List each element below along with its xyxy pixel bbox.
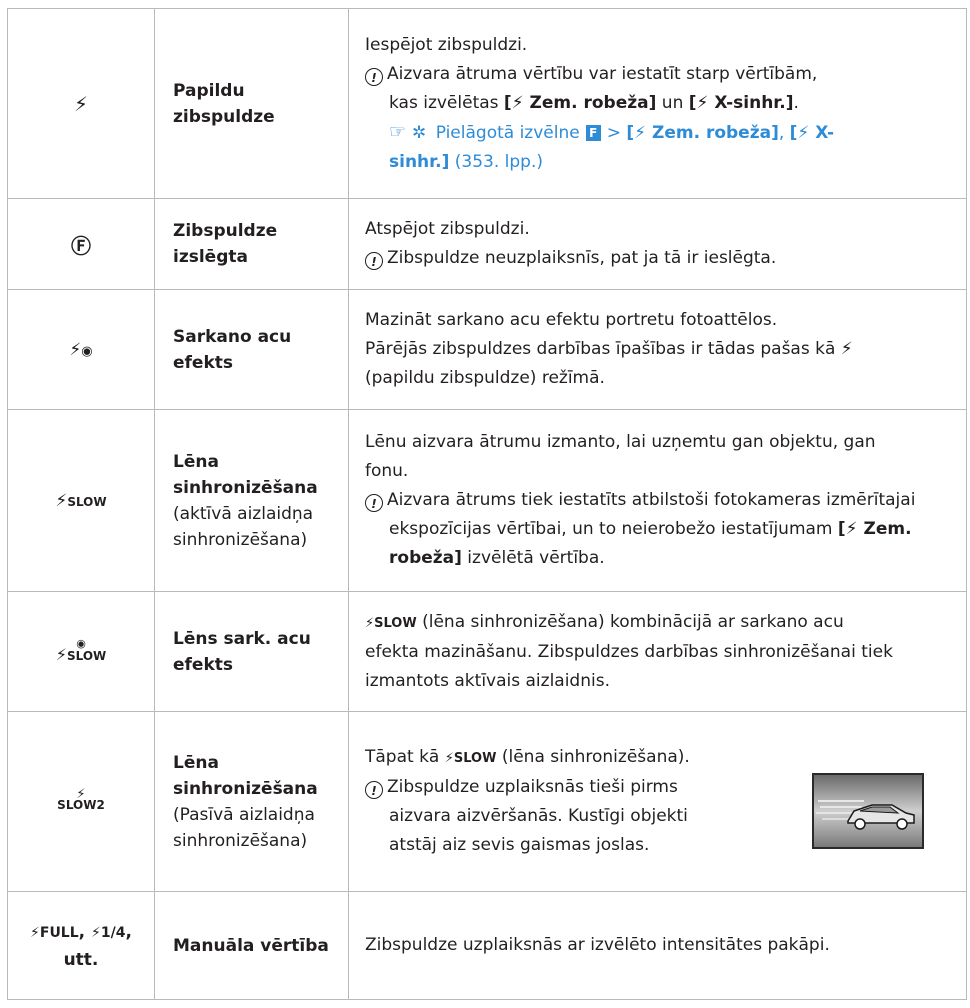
mode-subname: (Pasīvā aizlaidņa (173, 804, 315, 825)
mode-name-cont: izslēgta (173, 247, 248, 267)
mode-subname: sinhronizēšana) (173, 529, 308, 550)
mode-name-cell: Lēns sark. acu efekts (154, 591, 349, 712)
table-row: ◉ ⚡SLOW Lēns sark. acu efekts ⚡SLOW (lēna… (7, 591, 967, 712)
gear-icon: ✲ (412, 122, 427, 143)
table-row: ⚡ Papildu zibspuldze Iespējot zibspuldzi… (7, 8, 967, 199)
flash-symbol-cell: ⚡ (7, 8, 155, 199)
mode-subname: (aktīvā aizlaidņa (173, 503, 314, 524)
mode-description-cell: Zibspuldze uzplaiksnās ar izvēlēto inten… (348, 891, 967, 1000)
flash-symbol-cell: ◉ ⚡SLOW (7, 591, 155, 712)
mode-description-cell: Lēnu aizvara ātrumu izmanto, lai uzņemtu… (348, 409, 967, 592)
flash-off-icon: Ⓕ (71, 233, 91, 258)
description-text: Atspējot zibspuldzi. (365, 219, 530, 239)
mode-description-cell: Iespējot zibspuldzi. ! Aizvara ātruma vēr… (348, 8, 967, 199)
note-icon: ! (365, 252, 383, 270)
flash-symbol-cell: ⚡SLOW (7, 409, 155, 592)
mode-name-cell: Zibspuldze izslēgta (154, 198, 349, 290)
mode-subname: sinhronizēšana) (173, 830, 308, 851)
flash-symbol-cell: ⚡ SLOW2 (7, 711, 155, 892)
flash-symbol-cell: Ⓕ (7, 198, 155, 290)
table-row: ⚡◉ Sarkano acu efekts Mazināt sarkano ac… (7, 289, 967, 410)
mode-name: Zibspuldze (173, 221, 278, 241)
description-wrapper: Tāpat kā ⚡SLOW (lēna sinhronizēšana). ! Z… (365, 743, 950, 860)
note-icon: ! (365, 494, 383, 512)
mode-description-cell: ⚡SLOW (lēna sinhronizēšana) kombinācijā … (348, 591, 967, 712)
description-text: Pārējās zibspuldzes darbības īpašības ir… (365, 339, 853, 359)
manual-flash-etc: utt. (63, 949, 99, 970)
slow-sync-inline-icon: ⚡SLOW (365, 615, 417, 631)
description-text: Mazināt sarkano acu efektu portretu foto… (365, 310, 778, 330)
flash-symbol-cell: ⚡FULL, ⚡1/4, utt. (7, 891, 155, 1000)
slow-sync-inline-icon: ⚡SLOW (444, 751, 497, 766)
mode-name: Sarkano acu (173, 326, 292, 347)
mode-description-cell: Mazināt sarkano acu efektu portretu foto… (348, 289, 967, 410)
mode-name: Lēns sark. acu (173, 628, 311, 649)
mode-name-cell: Lēna sinhronizēšana (aktīvā aizlaidņa si… (154, 409, 349, 592)
mode-description-cell: Atspējot zibspuldzi. ! Zibspuldze neuzpla… (348, 198, 967, 290)
mode-name: Papildu (173, 80, 245, 101)
description-text: Zibspuldze uzplaiksnās ar izvēlēto inten… (365, 935, 830, 955)
table-row: Ⓕ Zibspuldze izslēgta Atspējot zibspuldz… (7, 198, 967, 290)
description-text: efekta mazināšanu. Zibspuldzes darbības … (365, 641, 893, 662)
flash-modes-table: ⚡ Papildu zibspuldze Iespējot zibspuldzi… (7, 8, 967, 1000)
table-row: ⚡SLOW Lēna sinhronizēšana (aktīvā aizlai… (7, 409, 967, 592)
note-cont: robeža] izvēlētā vērtība. (389, 548, 605, 568)
manual-page: ⚡ Papildu zibspuldze Iespējot zibspuldzi… (0, 0, 970, 1008)
mode-name-cont: efekts (173, 654, 234, 675)
note: ! Zibspuldze neuzplaiksnīs, pat ja tā ir … (365, 244, 950, 273)
mode-name-cont: zibspuldze (173, 106, 275, 127)
flash-symbol-cell: ⚡◉ (7, 289, 155, 410)
slow-sync-red-eye-icon: ◉ ⚡SLOW (55, 637, 107, 664)
mode-name: Manuāla vērtība (173, 935, 329, 956)
mode-name-cont: sinhronizēšana (173, 477, 318, 498)
f-badge-icon: F (585, 124, 601, 141)
description-text: ⚡SLOW (lēna sinhronizēšana) kombinācijā … (365, 611, 844, 632)
mode-name-cont: sinhronizēšana (173, 778, 318, 799)
cross-reference-link-cont[interactable]: sinhr.] (353. lpp.) (365, 148, 950, 177)
mode-name-cell: Papildu zibspuldze (154, 8, 349, 199)
flash-bolt-icon: ⚡ (73, 91, 89, 116)
red-eye-flash-icon: ⚡◉ (69, 339, 93, 360)
description-text: Tāpat kā ⚡SLOW (lēna sinhronizēšana). (365, 747, 690, 767)
slow-sync-icon: ⚡SLOW (55, 490, 107, 511)
mode-name-cell: Lēna sinhronizēšana (Pasīvā aizlaidņa si… (154, 711, 349, 892)
moving-car-illustration (812, 773, 924, 849)
note: ! Aizvara ātruma vērtību var iestatīt sta… (365, 60, 950, 89)
note-cont: kas izvēlētas [⚡ Zem. robeža] un [⚡ X-si… (389, 92, 799, 113)
slow-sync-2-icon: ⚡ SLOW2 (57, 787, 105, 812)
mode-name-cell: Sarkano acu efekts (154, 289, 349, 410)
table-row: ⚡ SLOW2 Lēna sinhronizēšana (Pasīvā aizla… (7, 711, 967, 892)
manual-flash-icons: ⚡FULL, ⚡1/4, (30, 921, 132, 942)
description-text: (papildu zibspuldze) režīmā. (365, 368, 605, 388)
mode-name-cell: Manuāla vērtība (154, 891, 349, 1000)
description-text: izmantots aktīvais aizlaidnis. (365, 670, 610, 691)
description-text: Lēnu aizvara ātrumu izmanto, lai uzņemtu… (365, 432, 876, 452)
mode-name-cont: efekts (173, 352, 234, 373)
note: ! Aizvara ātrums tiek iestatīts atbilstoš… (365, 486, 950, 515)
note-icon: ! (365, 781, 383, 799)
mode-description-cell: Tāpat kā ⚡SLOW (lēna sinhronizēšana). ! Z… (348, 711, 967, 892)
reference-pointing-hand-icon: ☞ (389, 120, 407, 143)
table-row: ⚡FULL, ⚡1/4, utt. Manuāla vērtība Zibspu… (7, 891, 967, 1000)
description-text: fonu. (365, 461, 409, 481)
description-text: Iespējot zibspuldzi. (365, 34, 528, 55)
note-icon: ! (365, 67, 383, 86)
mode-name: Lēna (173, 451, 219, 472)
mode-name: Lēna (173, 752, 219, 773)
cross-reference-link[interactable]: ☞ ✲ Pielāgotā izvēlne F > [⚡ Zem. robeža], … (365, 118, 950, 148)
note-cont: ekspozīcijas vērtībai, un to neierobežo … (389, 519, 912, 539)
